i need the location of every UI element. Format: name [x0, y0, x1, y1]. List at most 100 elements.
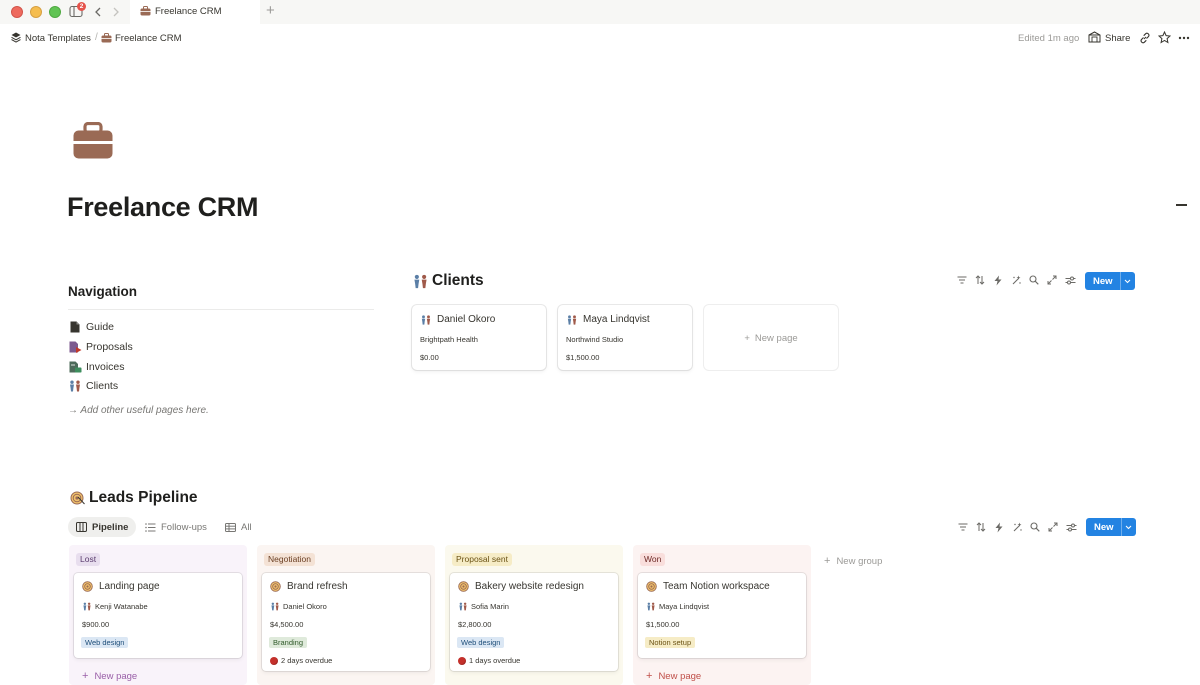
tab-follow-ups[interactable]: Follow-ups	[139, 517, 213, 537]
chevron-down-icon[interactable]	[1122, 525, 1136, 530]
expand-icon[interactable]	[1043, 272, 1061, 288]
minimize-window-button[interactable]	[30, 6, 42, 18]
clients-new-page-card[interactable]: + New page	[704, 305, 838, 370]
automation-icon[interactable]	[989, 272, 1007, 288]
sort-icon[interactable]	[972, 519, 990, 535]
plus-icon: +	[824, 555, 831, 567]
client-name: Daniel Okoro	[437, 314, 496, 325]
lead-card-team-notion-workspace[interactable]: Team Notion workspace Maya Lindqvist $1,…	[638, 573, 806, 658]
breadcrumb-separator: /	[95, 32, 98, 43]
settings-sliders-icon[interactable]	[1061, 272, 1079, 288]
lead-amount: $2,800.00	[458, 620, 492, 629]
ai-sparkle-icon[interactable]	[1007, 272, 1025, 288]
new-page-label: + New page	[704, 333, 838, 344]
nav-item-clients[interactable]: Clients	[68, 378, 118, 394]
column-tag[interactable]: Lost	[76, 553, 101, 566]
search-icon[interactable]	[1025, 272, 1043, 288]
leads-toolbar	[954, 519, 1080, 535]
red-circle-icon	[458, 656, 466, 665]
column-tag[interactable]: Won	[640, 553, 666, 566]
column-new-page-button[interactable]: + New page	[74, 667, 242, 685]
new-group-button[interactable]: + New group	[824, 555, 882, 567]
briefcase-icon	[140, 6, 151, 16]
red-circle-icon	[270, 656, 278, 665]
back-arrow-icon[interactable]	[92, 4, 104, 20]
star-icon[interactable]	[1158, 31, 1171, 44]
target-icon	[458, 581, 469, 592]
navigation-hint: → Add other useful pages here.	[68, 405, 209, 416]
board-icon	[76, 522, 87, 532]
lead-tag: Web design	[81, 637, 129, 648]
filter-icon[interactable]	[953, 272, 971, 288]
board-column-proposal-sent: Proposal sent Bakery website redesign So…	[445, 545, 623, 685]
briefcase-icon[interactable]	[72, 122, 114, 160]
share-button[interactable]: Share	[1105, 33, 1130, 44]
filter-icon[interactable]	[954, 519, 972, 535]
client-card-maya-lindqvist[interactable]: Maya Lindqvist Northwind Studio $1,500.0…	[558, 305, 692, 370]
settings-sliders-icon[interactable]	[1062, 519, 1080, 535]
new-group-label: New group	[836, 555, 883, 567]
lead-client-name[interactable]: Daniel Okoro	[283, 602, 327, 611]
lead-card-title: Team Notion workspace	[646, 581, 770, 592]
client-amount: $1,500.00	[566, 353, 600, 362]
invoice-icon	[68, 360, 82, 374]
people-icon	[420, 314, 432, 325]
tab-freelance-crm[interactable]: Freelance CRM	[130, 0, 260, 24]
client-name: Maya Lindqvist	[583, 314, 650, 325]
leads-new-button[interactable]: New	[1086, 518, 1136, 536]
new-page-text: New page	[658, 670, 702, 682]
column-new-page-button[interactable]: + New page	[638, 667, 806, 685]
tab-pipeline[interactable]: Pipeline	[68, 517, 137, 537]
client-card-daniel-okoro[interactable]: Daniel Okoro Brightpath Health $0.00	[412, 305, 546, 370]
overdue-text: 1 days overdue	[469, 656, 521, 665]
list-icon	[145, 522, 156, 532]
lead-tag: Branding	[269, 637, 308, 648]
nav-item-label: Guide	[86, 321, 115, 333]
lead-client-name[interactable]: Kenji Watanabe	[95, 602, 148, 611]
link-icon[interactable]	[1139, 32, 1151, 44]
nav-item-proposals[interactable]: Proposals	[68, 339, 133, 355]
breadcrumb-page[interactable]: Freelance CRM	[115, 33, 182, 44]
client-company: Brightpath Health	[420, 335, 478, 344]
people-icon	[82, 602, 92, 611]
table-of-contents-indicator[interactable]	[1176, 204, 1187, 206]
lead-client-name[interactable]: Maya Lindqvist	[659, 602, 709, 611]
lead-title: Bakery website redesign	[475, 581, 584, 592]
people-icon	[68, 379, 82, 393]
clients-new-button[interactable]: New	[1085, 272, 1135, 290]
lead-title: Brand refresh	[287, 581, 348, 592]
lead-client-name[interactable]: Sofia Marin	[471, 602, 509, 611]
new-page-text: New page	[94, 670, 138, 682]
leads-heading[interactable]: Leads Pipeline	[70, 489, 198, 507]
plus-icon: +	[82, 670, 89, 682]
clients-heading[interactable]: Clients	[412, 272, 484, 290]
leads-title: Leads Pipeline	[89, 489, 198, 506]
close-window-button[interactable]	[11, 6, 23, 18]
column-tag[interactable]: Proposal sent	[452, 553, 512, 566]
lead-amount: $900.00	[82, 620, 110, 629]
maximize-window-button[interactable]	[49, 6, 61, 18]
lead-title: Team Notion workspace	[663, 581, 770, 592]
share-icon[interactable]	[1088, 31, 1101, 43]
lead-card-landing-page[interactable]: Landing page Kenji Watanabe $900.00 Web …	[74, 573, 242, 658]
sort-icon[interactable]	[971, 272, 989, 288]
board-column-won: Won Team Notion workspace Maya Lindqvist…	[633, 545, 811, 685]
tab-label: Follow-ups	[161, 521, 207, 533]
new-tab-button[interactable]: +	[266, 3, 275, 19]
lead-card-bakery-website-redesign[interactable]: Bakery website redesign Sofia Marin $2,8…	[450, 573, 618, 671]
tab-all[interactable]: All	[219, 517, 258, 537]
chevron-down-icon[interactable]	[1121, 279, 1135, 284]
lead-card-brand-refresh[interactable]: Brand refresh Daniel Okoro $4,500.00 Bra…	[262, 573, 430, 671]
more-options-icon[interactable]	[1178, 36, 1190, 40]
column-tag[interactable]: Negotiation	[264, 553, 316, 566]
expand-icon[interactable]	[1044, 519, 1062, 535]
board-column-lost: Lost Landing page Kenji Watanabe $900.00…	[69, 545, 247, 685]
automation-icon[interactable]	[990, 519, 1008, 535]
page-title: Freelance CRM	[67, 192, 259, 222]
forward-arrow-icon[interactable]	[110, 4, 122, 20]
nav-item-invoices[interactable]: Invoices	[68, 359, 125, 375]
ai-sparkle-icon[interactable]	[1008, 519, 1026, 535]
search-icon[interactable]	[1026, 519, 1044, 535]
breadcrumb-workspace[interactable]: Nota Templates	[25, 33, 91, 44]
nav-item-guide[interactable]: Guide	[68, 319, 114, 335]
